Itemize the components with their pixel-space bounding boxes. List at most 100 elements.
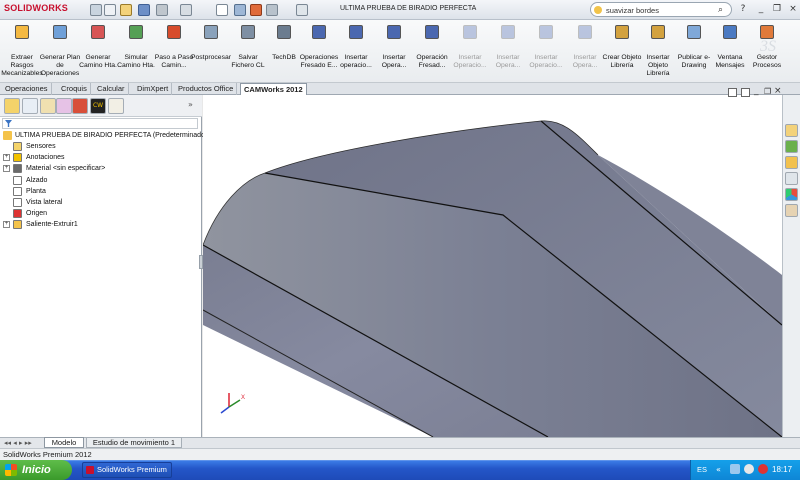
display-manager-tab-icon[interactable] (72, 98, 88, 114)
ribbon-button[interactable]: Simular Camino Hta. (117, 20, 155, 82)
ribbon-button[interactable]: Insertar Opera... (375, 20, 413, 82)
insert-operation-icon (387, 25, 401, 39)
ribbon-button[interactable]: Insertar Objeto Librería (639, 20, 677, 82)
ribbon-button[interactable]: Extraer Rasgos Mecanizables (1, 20, 43, 82)
close-button[interactable]: × (786, 3, 800, 15)
ribbon-button[interactable]: Generar Camino Hta. (79, 20, 117, 82)
home-task-icon[interactable] (785, 124, 798, 137)
tree-item[interactable]: + Saliente-Extruir1 (0, 219, 202, 230)
panel-scroll-right-icon[interactable]: » (188, 100, 193, 109)
ribbon-button-label: Ventana Mensajes (715, 54, 745, 69)
camworks-tab-icon[interactable]: CW (90, 98, 106, 114)
language-indicator[interactable]: ES (697, 465, 707, 474)
ribbon-button[interactable]: Insertar Opera... (489, 20, 527, 82)
tree-item[interactable]: Planta (0, 186, 202, 197)
ribbon-button[interactable]: Insertar Opera... (566, 20, 604, 82)
tree-item-label: Saliente-Extruir1 (26, 221, 78, 229)
tree-item[interactable]: Alzado (0, 175, 202, 186)
ribbon-button[interactable]: Insertar Operacio... (527, 20, 565, 82)
viewport-window-controls: _ ❐ × (724, 86, 782, 99)
ribbon-button[interactable]: Publicar e-Drawing (675, 20, 713, 82)
view-palette-task-icon[interactable] (785, 172, 798, 185)
ribbon-button[interactable]: Paso a Paso Camin... (155, 20, 193, 82)
tree-item-label: Origen (26, 210, 48, 218)
configuration-manager-tab-icon[interactable] (40, 98, 56, 114)
graphics-viewport[interactable]: X (203, 95, 782, 437)
volume-icon[interactable] (744, 464, 754, 474)
ribbon-button[interactable]: Operación Fresad... (413, 20, 451, 82)
taskbar-solidworks-item[interactable]: SolidWorks Premium 2... (82, 462, 172, 480)
zoom-icon[interactable] (90, 4, 102, 16)
ribbon-button-label: Insertar Opera... (572, 54, 598, 69)
tree-filter-input[interactable] (2, 118, 198, 129)
file-properties-icon[interactable] (266, 4, 278, 16)
tree-root[interactable]: ULTIMA PRUEBA DE BIRADIO PERFECTA (Prede… (0, 130, 213, 141)
annotations-icon (13, 153, 22, 163)
ribbon-button[interactable]: Insertar operacio... (337, 20, 375, 82)
ribbon-button[interactable]: Operaciones Fresado E... (300, 20, 338, 82)
minimize-button[interactable]: _ (754, 3, 768, 15)
viewport-restore-icon[interactable]: ❐ (764, 87, 771, 96)
viewport-tile-icon[interactable] (728, 88, 737, 97)
new-document-icon[interactable] (104, 4, 116, 16)
network-icon[interactable] (730, 464, 740, 474)
undo-icon[interactable] (180, 4, 192, 16)
options-icon[interactable] (296, 4, 308, 16)
rebuild-icon[interactable] (234, 4, 246, 16)
print-icon[interactable] (156, 4, 168, 16)
ribbon-button[interactable]: Postprocesar (190, 20, 232, 82)
clock[interactable]: 18:17 (772, 465, 792, 474)
tree-item[interactable]: + Material <sin especificar> (0, 163, 202, 174)
tab-dimxpert[interactable]: DimXpert (134, 83, 173, 95)
extract-features-icon (15, 25, 29, 39)
custom-properties-task-icon[interactable] (785, 204, 798, 217)
tree-item[interactable]: Vista lateral (0, 197, 202, 208)
ribbon-button-label: Postprocesar (190, 54, 232, 61)
tree-item[interactable]: + Anotaciones (0, 152, 202, 163)
solidworks-logo[interactable]: SOLIDWORKS (4, 3, 68, 13)
ribbon-button[interactable]: Salvar Fichero CL (229, 20, 267, 82)
save-icon[interactable] (138, 4, 150, 16)
tab-scroll-arrows-icon[interactable]: ◂◂ ◂ ▸ ▸▸ (4, 439, 32, 447)
start-button[interactable]: Inicio (0, 460, 72, 480)
expand-icon[interactable]: + (3, 221, 10, 229)
ribbon-button[interactable]: Ventana Mensajes (711, 20, 749, 82)
tab-estudio-movimiento[interactable]: Estudio de movimiento 1 (86, 437, 182, 448)
tab-croquis[interactable]: Croquis (58, 83, 91, 95)
ribbon-button[interactable]: Generar Plan de Operaciones (40, 20, 80, 82)
viewport-tile2-icon[interactable] (741, 88, 750, 97)
help-icon[interactable]: ? (736, 3, 750, 15)
property-manager-tab-icon[interactable] (22, 98, 38, 114)
tab-calcular[interactable]: Calcular (94, 83, 129, 95)
tree-item[interactable]: Origen (0, 208, 202, 219)
search-icon[interactable]: ⌕ (718, 5, 723, 15)
tab-modelo[interactable]: Modelo (44, 437, 84, 448)
appearances-task-icon[interactable] (785, 188, 798, 201)
dimxpert-manager-tab-icon[interactable] (56, 98, 72, 114)
restore-button[interactable]: ❐ (770, 3, 784, 15)
ribbon-button[interactable]: Crear Objeto Librería (603, 20, 641, 82)
tray-arrow-icon[interactable]: « (716, 465, 721, 474)
expand-icon[interactable]: + (3, 165, 10, 173)
expand-icon[interactable]: + (3, 154, 10, 162)
tree-item[interactable]: Sensores (0, 141, 202, 152)
security-alert-icon[interactable] (758, 464, 768, 474)
open-folder-icon[interactable] (120, 4, 132, 16)
search-input[interactable]: suavizar bordes (606, 6, 659, 15)
tab-productos-office[interactable]: Productos Office (175, 83, 238, 95)
select-arrow-icon[interactable] (216, 4, 228, 16)
camworks-ops-tab-icon[interactable] (108, 98, 124, 114)
tab-operaciones[interactable]: Operaciones (2, 83, 52, 95)
viewport-close-icon[interactable]: × (774, 86, 782, 96)
publish-edrawing-icon (687, 25, 701, 39)
viewport-minimize-icon[interactable]: _ (754, 86, 759, 96)
library-task-icon[interactable] (785, 140, 798, 153)
feature-manager-tab-icon[interactable] (4, 98, 20, 114)
postprocess-icon (204, 25, 218, 39)
ribbon-button[interactable]: TechDB (265, 20, 303, 82)
file-explorer-task-icon[interactable] (785, 156, 798, 169)
ribbon-button[interactable]: Insertar Operacio... (451, 20, 489, 82)
traffic-light-icon[interactable] (250, 4, 262, 16)
search-scope-icon[interactable] (594, 6, 602, 14)
search-box[interactable]: suavizar bordes ⌕ (590, 2, 732, 17)
